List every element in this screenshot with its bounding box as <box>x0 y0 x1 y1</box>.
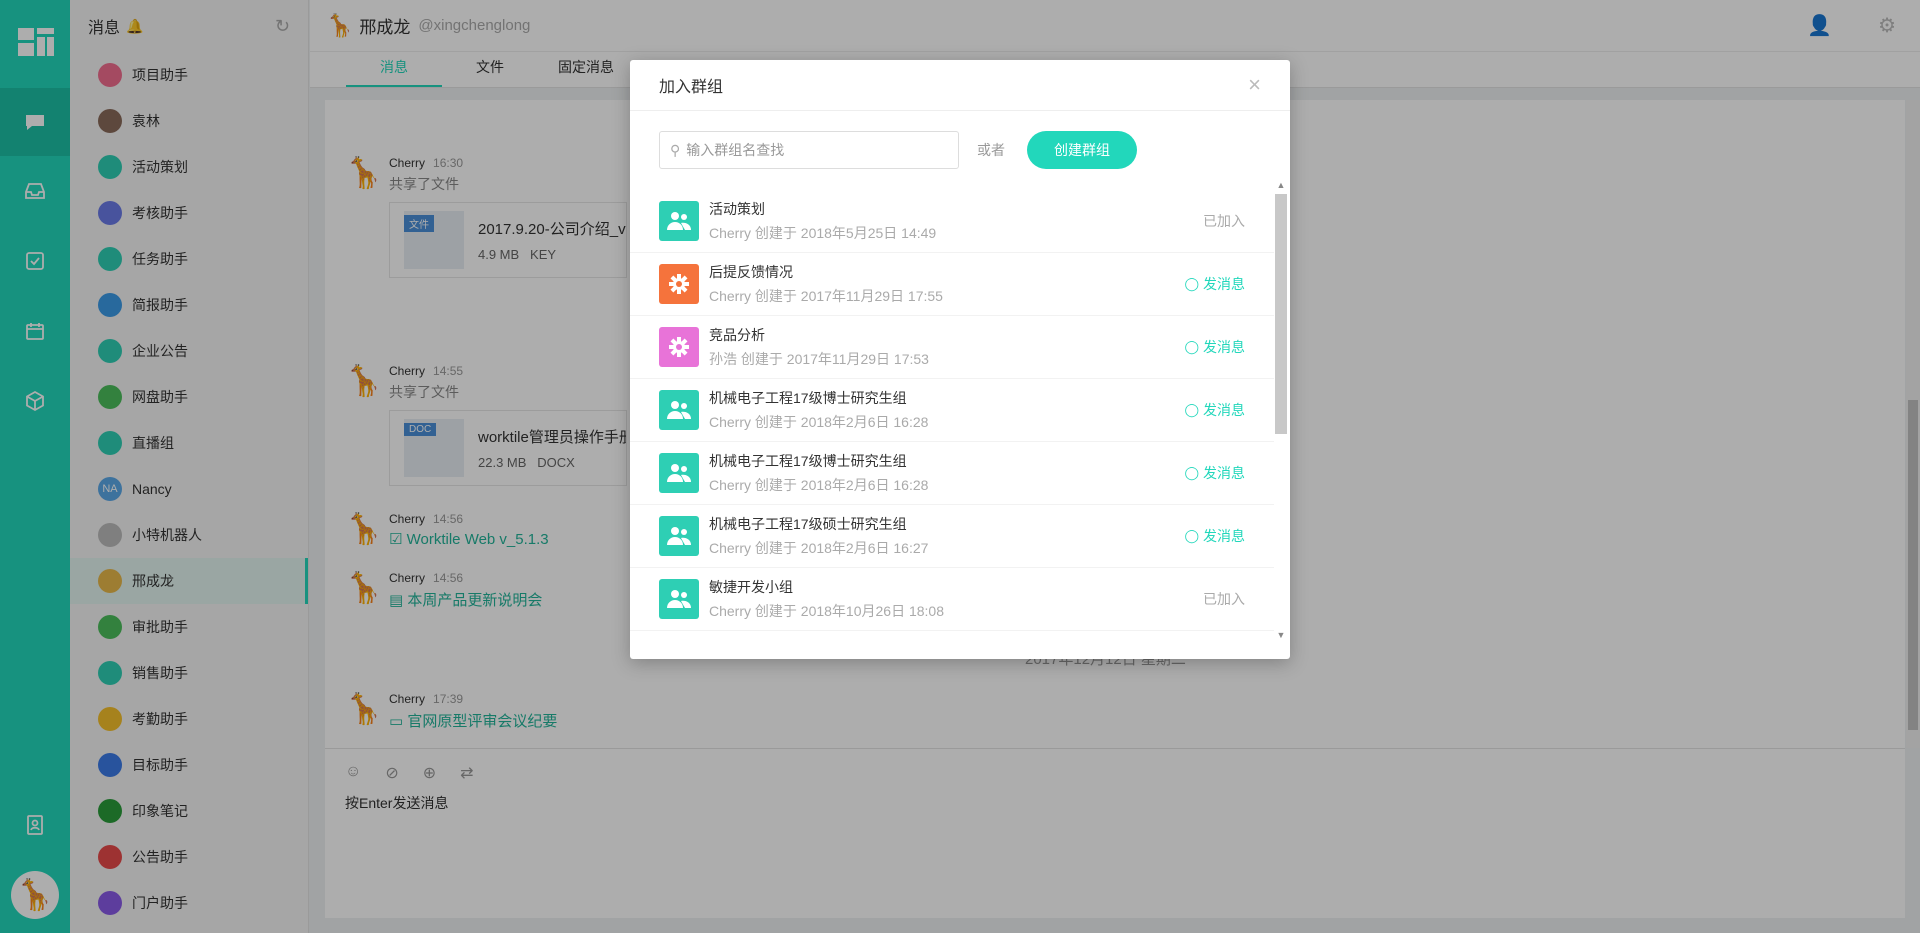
chat-bubble-icon: ◯ <box>1184 276 1199 291</box>
group-meta: Cherry 创建于 2017年11月29日 17:55 <box>709 288 943 304</box>
group-search-input[interactable] <box>686 142 927 158</box>
send-message-button[interactable]: ◯ 发消息 <box>1184 526 1245 546</box>
group-meta: 孙浩 创建于 2017年11月29日 17:53 <box>709 351 929 367</box>
group-row[interactable]: 后提反馈情况 Cherry 创建于 2017年11月29日 17:55 ◯ 发消息 <box>630 253 1274 316</box>
group-meta: Cherry 创建于 2018年2月6日 16:28 <box>709 477 929 493</box>
joined-label: 已加入 <box>1203 213 1245 229</box>
group-search: ⚲ <box>659 131 959 169</box>
group-row[interactable]: 机械电子工程17级博士研究生组 Cherry 创建于 2018年2月6日 16:2… <box>630 379 1274 442</box>
group-row[interactable]: 机械电子工程17级博士研究生组 Cherry 创建于 2018年2月6日 16:2… <box>630 442 1274 505</box>
or-label: 或者 <box>977 142 1005 158</box>
group-meta: Cherry 创建于 2018年2月6日 16:27 <box>709 540 929 556</box>
group-name: 竞品分析 <box>709 327 765 343</box>
scroll-down-icon[interactable]: ▼ <box>1276 630 1286 640</box>
chat-bubble-icon: ◯ <box>1184 339 1199 354</box>
close-icon[interactable]: × <box>1248 74 1261 96</box>
group-meta: Cherry 创建于 2018年2月6日 16:28 <box>709 414 929 430</box>
group-row[interactable]: 机械电子工程17级硕士研究生组 Cherry 创建于 2018年2月6日 16:2… <box>630 505 1274 568</box>
search-icon: ⚲ <box>670 141 681 158</box>
group-people-icon <box>659 201 699 241</box>
scroll-up-icon[interactable]: ▲ <box>1276 180 1286 190</box>
send-message-label: 发消息 <box>1203 276 1245 292</box>
group-name: 机械电子工程17级博士研究生组 <box>709 390 907 406</box>
group-name: 后提反馈情况 <box>709 264 793 280</box>
group-name: 机械电子工程17级博士研究生组 <box>709 453 907 469</box>
gear-group-icon <box>659 264 699 304</box>
group-meta: Cherry 创建于 2018年5月25日 14:49 <box>709 225 937 241</box>
group-row[interactable]: 竞品分析孙浩 创建于 2017年11月29日 17:53 ◯ 发消息 <box>630 316 1274 379</box>
group-name: 活动策划 <box>709 201 765 217</box>
gear-group-icon <box>659 327 699 367</box>
send-message-label: 发消息 <box>1203 465 1245 481</box>
dialog-title: 加入群组 <box>659 79 724 96</box>
create-group-button[interactable]: 创建群组 <box>1027 131 1137 169</box>
chat-bubble-icon: ◯ <box>1184 528 1199 543</box>
group-name: 敏捷开发小组 <box>709 579 793 595</box>
send-message-button[interactable]: ◯ 发消息 <box>1184 463 1245 483</box>
group-list: 活动策划 Cherry 创建于 2018年5月25日 14:49 已加入 后提反馈情况… <box>630 190 1274 640</box>
send-message-label: 发消息 <box>1203 528 1245 544</box>
group-people-icon <box>659 516 699 556</box>
send-message-label: 发消息 <box>1203 402 1245 418</box>
group-name: 机械电子工程17级硕士研究生组 <box>709 516 907 532</box>
group-row[interactable]: 活动策划 Cherry 创建于 2018年5月25日 14:49 已加入 <box>630 190 1274 253</box>
chat-bubble-icon: ◯ <box>1184 402 1199 417</box>
chat-bubble-icon: ◯ <box>1184 465 1199 480</box>
group-people-icon <box>659 453 699 493</box>
send-message-button[interactable]: ◯ 发消息 <box>1184 400 1245 420</box>
join-group-dialog: 加入群组 × ⚲ 或者 创建群组 活动策划 Cherry 创建于 2018年5月2… <box>630 60 1290 659</box>
send-message-button[interactable]: ◯ 发消息 <box>1184 337 1245 357</box>
scrollbar-thumb[interactable] <box>1275 194 1287 434</box>
group-meta: Cherry 创建于 2018年10月26日 18:08 <box>709 603 944 619</box>
group-list-scrollbar[interactable]: ▲ ▼ <box>1274 180 1288 640</box>
group-people-icon <box>659 579 699 619</box>
group-people-icon <box>659 390 699 430</box>
joined-label: 已加入 <box>1203 591 1245 607</box>
send-message-button[interactable]: ◯ 发消息 <box>1184 274 1245 294</box>
send-message-label: 发消息 <box>1203 339 1245 355</box>
group-row[interactable]: 敏捷开发小组 Cherry 创建于 2018年10月26日 18:08 已加入 <box>630 568 1274 631</box>
